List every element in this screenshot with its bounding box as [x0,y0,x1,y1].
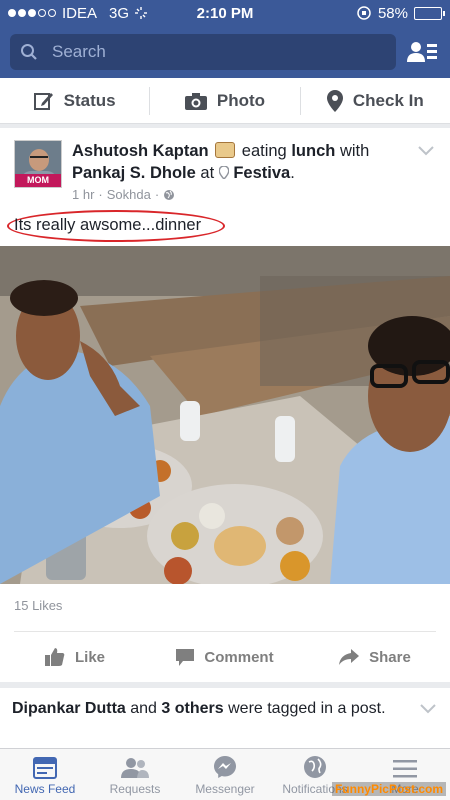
friend-requests-button[interactable] [402,34,442,70]
comment-icon [176,648,195,666]
scroll-emoji-icon [215,142,236,158]
place-name[interactable]: Festiva [233,164,290,182]
share-button[interactable]: Share [300,649,450,666]
divider [14,631,436,632]
post-options-chevron-icon[interactable] [420,704,436,714]
watermark: FunnyPicPost.com [331,782,446,796]
messenger-icon [214,756,236,778]
share-label: Share [369,648,411,666]
thumbs-up-icon [44,648,65,666]
post-photo[interactable] [0,246,450,584]
activity-object[interactable]: lunch [291,142,335,160]
tab-label: Messenger [195,782,255,796]
globe-icon [164,189,175,200]
network-type: 3G [109,4,130,22]
post-caption: Its really awsome...dinner [14,216,202,234]
next-post-preview[interactable]: Dipankar Dutta and 3 others were tagged … [0,688,450,748]
tagged-friend[interactable]: Pankaj S. Dhole [72,164,196,182]
friends-icon [121,758,149,778]
edit-icon [33,92,53,110]
check-in-label: Check In [352,90,424,110]
news-feed-icon [33,757,57,779]
post-actions: Like Comment Share [0,640,450,674]
others-count[interactable]: 3 others [161,700,223,717]
status-bar: IDEA 3G 2:10 PM 58% [0,0,450,26]
activity-spinner-icon [135,7,148,19]
top-bar: IDEA 3G 2:10 PM 58% Search [0,0,450,78]
status-label: Status [63,90,116,110]
check-in-button[interactable]: Check In [301,78,450,123]
globe-icon [304,756,326,778]
battery-percent: 58% [377,4,408,22]
with-word: with [339,142,370,160]
author-name[interactable]: Ashutosh Kaptan [72,142,209,160]
post-location[interactable]: Sokhda [107,187,151,202]
carrier-name: IDEA [62,4,98,22]
tagged-person-name[interactable]: Dipankar Dutta [12,700,126,717]
camera-icon [184,92,207,110]
add-friend-icon [407,42,437,62]
at-word: at [200,164,215,182]
location-pin-icon [218,165,230,181]
tagged-text: were tagged in a post. [228,700,386,717]
like-label: Like [74,648,105,666]
battery-icon [414,6,445,20]
orientation-lock-icon [357,6,371,20]
status-button[interactable]: Status [0,78,149,123]
search-icon [21,44,37,60]
post-headline: Ashutosh Kaptan eating lunch with Pankaj… [72,142,370,182]
tab-requests[interactable]: Requests [90,749,180,800]
photo-button[interactable]: Photo [150,78,299,123]
tab-news-feed[interactable]: News Feed [0,749,90,800]
menu-icon [393,760,417,778]
avatar[interactable]: MOM [14,140,62,188]
search-input[interactable]: Search [10,34,396,70]
tab-label: Requests [109,782,161,796]
post-meta: 1 hr · Sokhda · [72,187,390,202]
photo-label: Photo [216,90,266,110]
comment-label: Comment [204,648,274,666]
feed-post: MOM Ashutosh Kaptan eating lunch with Pa… [0,128,450,682]
search-placeholder: Search [52,42,106,61]
post-time[interactable]: 1 hr [72,187,94,202]
post-options-chevron-icon[interactable] [418,146,434,156]
tab-label: News Feed [14,782,76,796]
restaurant-selfie-image [0,246,450,584]
activity-verb: eating [241,142,287,160]
likes-count[interactable]: 15 Likes [14,598,62,613]
comment-button[interactable]: Comment [150,648,300,666]
location-pin-icon [326,89,343,112]
avatar-badge: MOM [15,174,61,187]
and-word: and [130,700,157,717]
signal-strength-icon [8,9,56,17]
share-arrow-icon [339,649,360,665]
composer-bar: Status Photo Check In [0,78,450,124]
bottom-tab-bar: News Feed Requests Messenger Notificatio… [0,748,450,800]
tab-messenger[interactable]: Messenger [180,749,270,800]
like-button[interactable]: Like [0,648,150,666]
